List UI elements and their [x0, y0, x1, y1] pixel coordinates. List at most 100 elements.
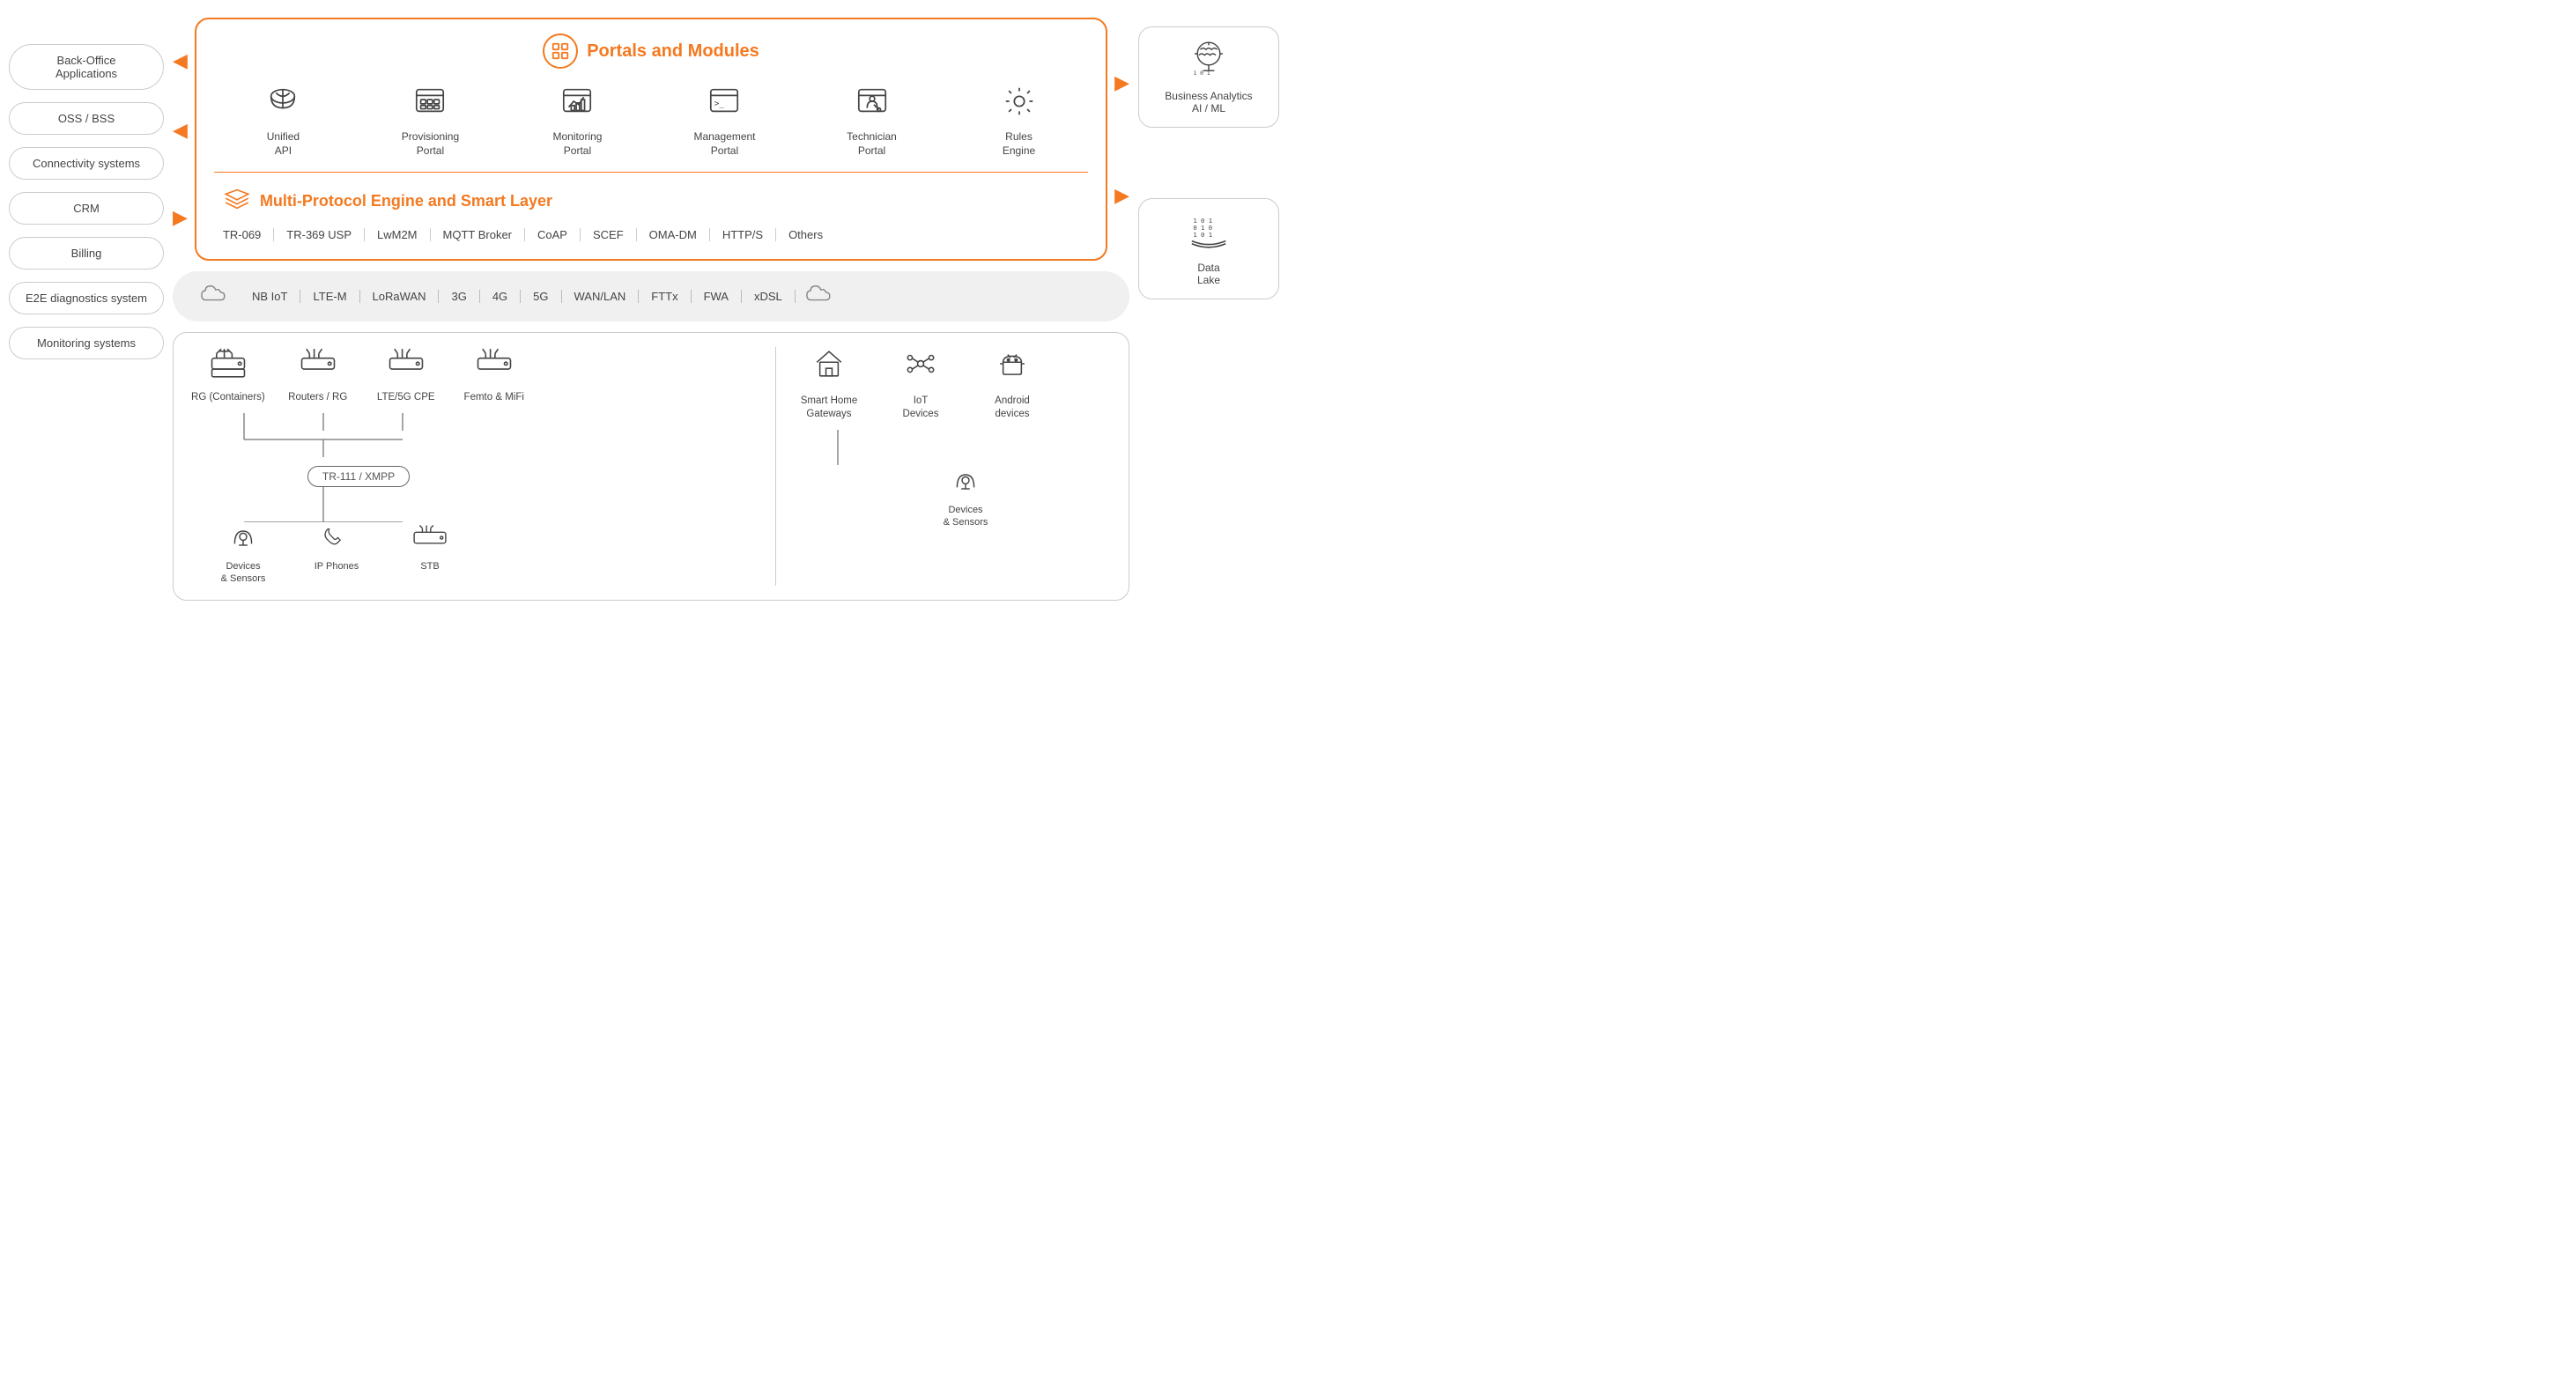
module-technician-label: TechnicianPortal [847, 130, 897, 158]
data-lake-label: DataLake [1153, 262, 1264, 286]
sub-device-sensors: Devices& Sensors [212, 524, 274, 586]
sub-sensors-label: Devices& Sensors [221, 560, 266, 586]
module-monitoring: MonitoringPortal [537, 85, 617, 158]
device-femto-mifi: Femto & MiFi [459, 347, 529, 404]
ip-phones-label: IP Phones [315, 560, 359, 572]
main-container: Back-OfficeApplications OSS / BSS Connec… [0, 0, 1288, 618]
bands-row: NB IoT LTE-M LoRaWAN 3G 4G 5G WAN/LAN FT… [173, 271, 1129, 321]
band-xdsl: xDSL [742, 290, 796, 303]
band-3g: 3G [439, 290, 479, 303]
right-box-analytics: 1 0 1 Business AnalyticsAI / ML [1138, 26, 1279, 128]
sub-sensors-right-label: Devices& Sensors [944, 504, 988, 529]
data-lake-icon: 1 0 1 0 1 0 1 0 1 [1153, 211, 1264, 256]
stb-label: STB [420, 560, 439, 572]
sidebar-item-oss-bss: OSS / BSS [9, 102, 164, 135]
rules-engine-icon [1003, 85, 1036, 125]
svg-text:1 0 1: 1 0 1 [1193, 231, 1212, 239]
femto-mifi-label: Femto & MiFi [464, 391, 524, 404]
module-provisioning-label: ProvisioningPortal [402, 130, 459, 158]
unified-api-icon [266, 85, 300, 125]
devices-left: RG (Containers) [191, 347, 776, 586]
band-5g: 5G [521, 290, 561, 303]
iot-label: IoTDevices [903, 395, 939, 421]
sidebar-item-billing: Billing [9, 237, 164, 270]
analytics-icon: 1 0 1 [1153, 40, 1264, 85]
band-wanlan: WAN/LAN [562, 290, 640, 303]
sidebar-item-crm: CRM [9, 192, 164, 225]
device-lte5g-cpe: LTE/5G CPE [371, 347, 441, 404]
multiprotocol-title: Multi-Protocol Engine and Smart Layer [223, 187, 1079, 216]
devices-right: Smart HomeGateways [776, 347, 1111, 586]
band-fwa: FWA [692, 290, 742, 303]
technician-icon [855, 85, 889, 125]
multiprotocol-title-text: Multi-Protocol Engine and Smart Layer [260, 192, 552, 210]
device-icons-row-left: RG (Containers) [191, 347, 758, 404]
sub-device-sensors-right: Devices& Sensors [811, 468, 1111, 529]
right-sidebar: 1 0 1 Business AnalyticsAI / ML 1 0 1 0 … [1138, 18, 1279, 299]
device-routers-rg: Routers / RG [283, 347, 353, 404]
femto-mifi-icon [475, 347, 514, 386]
connector-svg-tr111 [209, 487, 508, 522]
routers-rg-label: Routers / RG [288, 391, 347, 404]
module-unified-api-label: UnifiedAPI [267, 130, 300, 158]
device-rg-containers: RG (Containers) [191, 347, 265, 404]
android-icon [996, 347, 1029, 388]
modules-row: UnifiedAPI [214, 85, 1088, 158]
tr111-xmpp-label: TR-111 / XMPP [307, 466, 410, 487]
routers-rg-icon [299, 347, 337, 386]
sidebar-item-connectivity: Connectivity systems [9, 147, 164, 180]
protocol-lwm2m: LwM2M [365, 228, 431, 241]
protocol-others: Others [776, 228, 835, 241]
sub-device-stb: STB [399, 524, 461, 586]
protocol-coap: CoAP [525, 228, 581, 241]
arrow-right-bottom: ▶ [1114, 184, 1129, 207]
sidebar-item-back-office: Back-OfficeApplications [9, 44, 164, 90]
arrow-left-top2: ◀ [173, 119, 188, 142]
portals-title: Portals and Modules [214, 33, 1088, 69]
rg-containers-icon [209, 347, 248, 386]
center-content: ◀ ◀ ▶ Portals and Modules [173, 18, 1129, 601]
module-rules-engine: RulesEngine [980, 85, 1059, 158]
management-icon: >_ [707, 85, 741, 125]
left-sidebar: Back-OfficeApplications OSS / BSS Connec… [9, 18, 164, 359]
android-label: Androiddevices [995, 395, 1030, 421]
sidebar-item-monitoring: Monitoring systems [9, 327, 164, 359]
protocol-row: TR-069 TR-369 USP LwM2M MQTT Broker CoAP… [223, 228, 1079, 241]
svg-text:>_: >_ [714, 100, 725, 109]
right-box-data-lake: 1 0 1 0 1 0 1 0 1 DataLake [1138, 198, 1279, 299]
cloud-left-icon [199, 282, 231, 311]
sidebar-item-e2e: E2E diagnostics system [9, 282, 164, 314]
stb-icon [412, 524, 448, 555]
arrow-right-top: ▶ [1114, 71, 1129, 94]
smart-home-label: Smart HomeGateways [801, 395, 858, 421]
analytics-label: Business AnalyticsAI / ML [1153, 90, 1264, 114]
protocol-scef: SCEF [581, 228, 637, 241]
device-android: Androiddevices [977, 347, 1047, 421]
arrow-left-top: ◀ [173, 49, 188, 72]
band-fttx: FTTx [639, 290, 691, 303]
module-rules-engine-label: RulesEngine [1003, 130, 1035, 158]
portals-icon [543, 33, 578, 69]
protocol-tr069: TR-069 [223, 228, 274, 241]
rg-containers-label: RG (Containers) [191, 391, 265, 404]
sensors-icon [229, 524, 257, 555]
portals-divider [214, 172, 1088, 173]
right-devices-row: Smart HomeGateways [794, 347, 1111, 421]
module-monitoring-label: MonitoringPortal [552, 130, 602, 158]
device-smart-home: Smart HomeGateways [794, 347, 864, 421]
device-iot: IoTDevices [885, 347, 956, 421]
protocol-omadm: OMA-DM [637, 228, 710, 241]
multiprotocol-section: Multi-Protocol Engine and Smart Layer TR… [214, 187, 1088, 241]
smart-home-icon [812, 347, 846, 388]
band-lorawan: LoRaWAN [360, 290, 440, 303]
provisioning-icon [413, 85, 447, 125]
monitoring-icon [560, 85, 594, 125]
connector-svg-right [811, 430, 917, 465]
band-4g: 4G [480, 290, 521, 303]
band-lte-m: LTE-M [300, 290, 359, 303]
sensors-right-icon [951, 468, 980, 498]
portals-modules-box: Portals and Modules [195, 18, 1107, 261]
svg-text:1 0 1: 1 0 1 [1193, 70, 1210, 77]
module-technician: TechnicianPortal [833, 85, 912, 158]
arrow-right-mid: ▶ [173, 206, 188, 229]
